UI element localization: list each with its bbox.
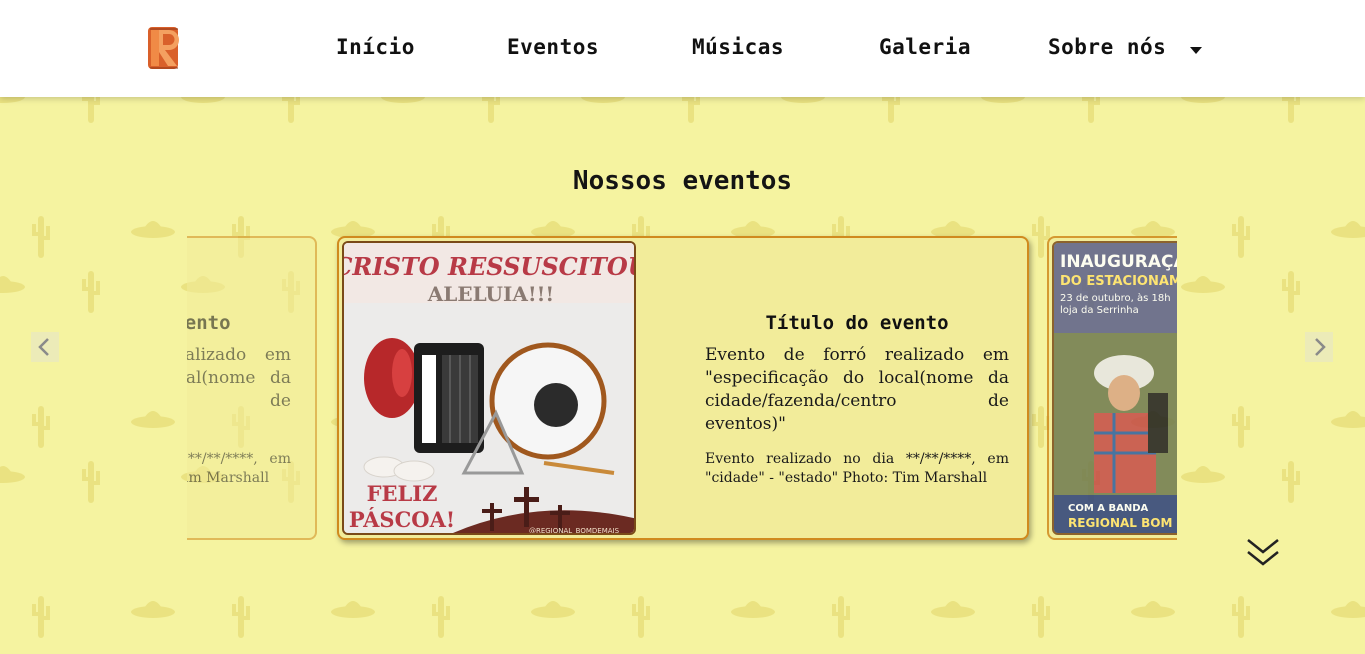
- sombrero-pattern-icon: [1331, 601, 1365, 618]
- cactus-pattern-icon: [232, 596, 250, 638]
- site-header: Início Eventos Músicas Galeria Sobre nós: [0, 0, 1365, 97]
- card-date: Evento realizado no dia **/**/****, em "…: [705, 451, 1009, 486]
- nav-musicas[interactable]: Músicas: [692, 32, 784, 62]
- cactus-pattern-icon: [1282, 271, 1300, 313]
- carousel-prev-button[interactable]: [31, 332, 59, 362]
- event-card-next[interactable]: INAUGURAÇÃO DO ESTACIONAMENTO 23 de outu…: [1047, 236, 1177, 540]
- cactus-pattern-icon: [82, 461, 100, 503]
- cactus-pattern-icon: [82, 97, 100, 123]
- sombrero-pattern-icon: [331, 601, 375, 618]
- sombrero-pattern-icon: [931, 601, 975, 618]
- sombrero-pattern-icon: [0, 97, 25, 103]
- event-photo-inauguracao: INAUGURAÇÃO DO ESTACIONAMENTO 23 de outu…: [1052, 241, 1177, 535]
- sombrero-pattern-icon: [1181, 276, 1225, 293]
- cactus-pattern-icon: [282, 97, 300, 123]
- card-content: Título do evento Evento de forró realiza…: [705, 312, 1009, 488]
- poster-footer1: FELIZ: [367, 481, 438, 506]
- nav-eventos[interactable]: Eventos: [507, 32, 599, 62]
- card-title: Título do evento: [765, 312, 949, 334]
- cactus-pattern-icon: [82, 271, 100, 313]
- nav-inicio[interactable]: Início: [336, 32, 415, 62]
- poster-footer1: COM A BANDA: [1068, 503, 1149, 514]
- sombrero-pattern-icon: [781, 97, 825, 103]
- cactus-pattern-icon: [832, 596, 850, 638]
- cactus-pattern-icon: [482, 97, 500, 123]
- nav-galeria[interactable]: Galeria: [879, 32, 971, 62]
- cactus-pattern-icon: [1032, 596, 1050, 638]
- sombrero-pattern-icon: [1181, 97, 1225, 103]
- cactus-pattern-icon: [1082, 97, 1100, 123]
- sombrero-pattern-icon: [581, 97, 625, 103]
- sombrero-pattern-icon: [981, 97, 1025, 103]
- cactus-pattern-icon: [32, 406, 50, 448]
- cactus-pattern-icon: [32, 216, 50, 258]
- caret-down-icon[interactable]: [1190, 40, 1202, 54]
- poster-date: 23 de outubro, às 18h: [1060, 292, 1171, 304]
- chevron-left-icon: [38, 338, 49, 356]
- scroll-down-button[interactable]: [1246, 534, 1280, 570]
- event-card-prev[interactable]: Título do evento Evento de forró realiza…: [187, 236, 317, 540]
- carousel-next-button[interactable]: [1305, 332, 1333, 362]
- sombrero-pattern-icon: [531, 601, 575, 618]
- sombrero-pattern-icon: [131, 411, 175, 428]
- sombrero-pattern-icon: [381, 97, 425, 103]
- cactus-pattern-icon: [632, 596, 650, 638]
- chevron-right-icon: [1315, 338, 1326, 356]
- sombrero-pattern-icon: [731, 601, 775, 618]
- nav-sobre-nos[interactable]: Sobre nós: [1048, 32, 1166, 62]
- cactus-pattern-icon: [432, 596, 450, 638]
- card-date: Evento realizado no dia **/**/****, em "…: [187, 451, 291, 486]
- poster-subline: ALELUIA!!!: [427, 282, 554, 306]
- poster-headline: CRISTO RESSUSCITOU: [344, 252, 636, 281]
- poster-credit: @REGIONAL_BOMDEMAIS: [529, 527, 620, 535]
- sombrero-pattern-icon: [1331, 411, 1365, 428]
- section-title: Nossos eventos: [572, 166, 793, 196]
- sombrero-pattern-icon: [1181, 466, 1225, 483]
- event-card-active[interactable]: CRISTO RESSUSCITOU ALELUIA!!! FELIZ PÁSC…: [337, 236, 1029, 540]
- sombrero-pattern-icon: [181, 97, 225, 103]
- sombrero-pattern-icon: [1331, 221, 1365, 238]
- event-photo-pascoa: CRISTO RESSUSCITOU ALELUIA!!! FELIZ PÁSC…: [342, 241, 636, 535]
- card-title: Título do evento: [187, 312, 231, 334]
- cactus-pattern-icon: [1232, 406, 1250, 448]
- poster-headline: INAUGURAÇÃO: [1060, 249, 1177, 272]
- poster-subline: DO ESTACIONAMENTO: [1060, 274, 1177, 289]
- cactus-pattern-icon: [1282, 461, 1300, 503]
- sombrero-pattern-icon: [0, 276, 25, 293]
- double-chevron-down-icon: [1247, 539, 1279, 566]
- cactus-pattern-icon: [1232, 216, 1250, 258]
- cactus-pattern-icon: [682, 97, 700, 123]
- card-description: Evento de forró realizado em "especifica…: [705, 345, 1009, 434]
- sombrero-pattern-icon: [131, 601, 175, 618]
- sombrero-pattern-icon: [0, 466, 25, 483]
- poster-footer2: PÁSCOA!: [349, 507, 455, 532]
- sombrero-pattern-icon: [131, 221, 175, 238]
- poster-footer2: REGIONAL BOM DE MAIS: [1068, 516, 1177, 530]
- events-carousel: Título do evento Evento de forró realiza…: [187, 230, 1177, 550]
- card-description: Evento de forró realizado em "especifica…: [187, 345, 291, 411]
- cactus-pattern-icon: [882, 97, 900, 123]
- cactus-pattern-icon: [32, 596, 50, 638]
- sombrero-pattern-icon: [1131, 601, 1175, 618]
- cactus-pattern-icon: [1232, 596, 1250, 638]
- cactus-pattern-icon: [1282, 97, 1300, 123]
- logo[interactable]: [146, 24, 188, 72]
- poster-place: loja da Serrinha: [1060, 305, 1139, 316]
